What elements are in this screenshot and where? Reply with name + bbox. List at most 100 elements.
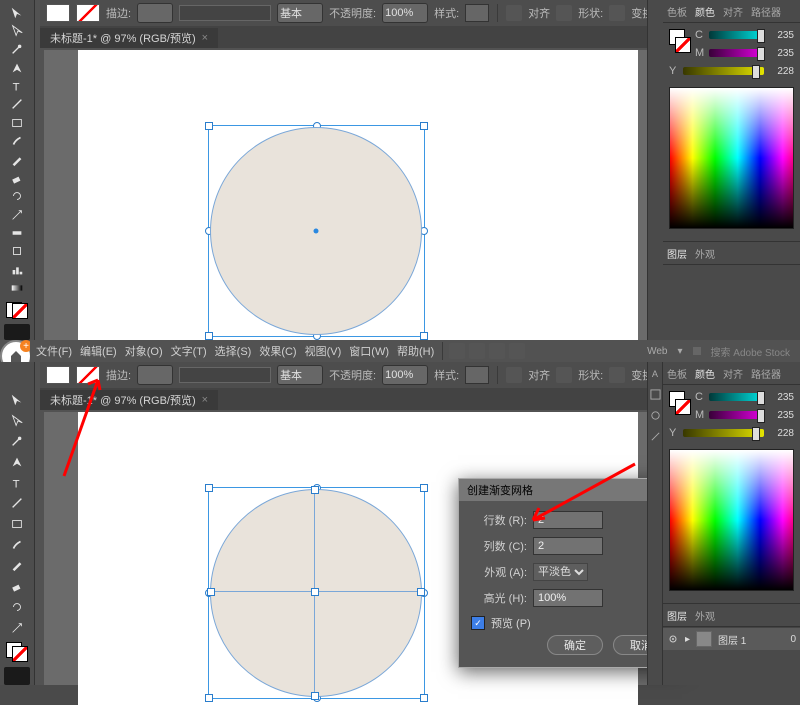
color-spectrum[interactable]: [669, 449, 794, 591]
layer-row[interactable]: ▸ 图层 1 0: [663, 627, 800, 650]
doc-setup-icon[interactable]: [506, 5, 522, 21]
menu-type[interactable]: 文字(T): [169, 343, 209, 359]
tool-scale[interactable]: [4, 618, 30, 638]
tool-magic-wand[interactable]: [4, 41, 30, 58]
tab-layers[interactable]: 图层: [667, 246, 687, 261]
menubar-icon[interactable]: [509, 343, 525, 359]
fill-stroke-swatch[interactable]: [6, 642, 28, 662]
color-mode-buttons[interactable]: [4, 667, 30, 685]
tool-pencil[interactable]: [4, 556, 30, 576]
menu-help[interactable]: 帮助(H): [395, 343, 436, 359]
tab-pathfinder[interactable]: 路径器: [751, 4, 781, 19]
stroke-weight-input[interactable]: [137, 365, 173, 385]
appearance-select[interactable]: 平淡色: [533, 563, 588, 581]
artboard[interactable]: [78, 50, 638, 360]
panel-fill-stroke[interactable]: [669, 391, 691, 425]
menu-select[interactable]: 选择(S): [213, 343, 254, 359]
tool-free-transform[interactable]: [4, 243, 30, 260]
canvas[interactable]: [44, 50, 648, 340]
panel-icon[interactable]: A: [650, 368, 661, 379]
tool-brush[interactable]: [4, 133, 30, 150]
tool-rectangle[interactable]: [4, 514, 30, 534]
align-icon[interactable]: [556, 5, 572, 21]
stroke-weight-input[interactable]: [137, 3, 173, 23]
highlight-input[interactable]: [533, 589, 603, 607]
stroke-preview[interactable]: [179, 5, 271, 21]
tool-eraser[interactable]: [4, 576, 30, 596]
fill-swatch[interactable]: [46, 4, 70, 22]
panel-icon[interactable]: [650, 410, 661, 421]
search-icon[interactable]: [693, 347, 701, 355]
close-icon[interactable]: ×: [202, 32, 208, 44]
tool-direct-select[interactable]: [4, 411, 30, 431]
tool-eraser[interactable]: [4, 169, 30, 186]
menu-object[interactable]: 对象(O): [123, 343, 165, 359]
opacity-input[interactable]: [382, 3, 428, 23]
panel-icon[interactable]: [650, 389, 661, 400]
stroke-swatch[interactable]: [76, 4, 100, 22]
visibility-icon[interactable]: [667, 633, 679, 645]
tool-magic-wand[interactable]: [4, 431, 30, 451]
menu-edit[interactable]: 编辑(E): [78, 343, 119, 359]
tool-width[interactable]: [4, 224, 30, 241]
menubar-icon[interactable]: [469, 343, 485, 359]
slider-c[interactable]: [709, 31, 764, 39]
menu-view[interactable]: 视图(V): [303, 343, 344, 359]
tab-appearance[interactable]: 外观: [695, 608, 715, 623]
tool-pencil[interactable]: [4, 151, 30, 168]
tab-color[interactable]: 颜色: [695, 366, 715, 381]
tab-pathfinder[interactable]: 路径器: [751, 366, 781, 381]
tool-rectangle[interactable]: [4, 114, 30, 131]
cols-input[interactable]: [533, 537, 603, 555]
doc-setup-icon[interactable]: [506, 367, 522, 383]
opacity-input[interactable]: [382, 365, 428, 385]
tool-direct-select[interactable]: [4, 22, 30, 39]
color-mode-buttons[interactable]: [4, 324, 30, 340]
slider-y[interactable]: [683, 67, 764, 75]
workspace-switcher[interactable]: Web▾ 搜索 Adobe Stock: [647, 340, 790, 362]
tool-rotate[interactable]: [4, 597, 30, 617]
tool-pen[interactable]: [4, 452, 30, 472]
tab-align[interactable]: 对齐: [723, 4, 743, 19]
menu-window[interactable]: 窗口(W): [347, 343, 391, 359]
stroke-preview[interactable]: [179, 367, 271, 383]
color-spectrum[interactable]: [669, 87, 794, 229]
menu-file[interactable]: 文件(F): [34, 343, 74, 359]
panel-fill-stroke[interactable]: [669, 29, 691, 63]
tab-align[interactable]: 对齐: [723, 366, 743, 381]
preview-checkbox[interactable]: ✓: [471, 616, 485, 630]
tool-type[interactable]: T: [4, 473, 30, 493]
tool-chart[interactable]: [4, 261, 30, 278]
slider-m[interactable]: [709, 411, 764, 419]
tool-type[interactable]: T: [4, 77, 30, 94]
tool-scale[interactable]: [4, 206, 30, 223]
slider-c[interactable]: [709, 393, 764, 401]
menu-effect[interactable]: 效果(C): [257, 343, 298, 359]
tab-appearance[interactable]: 外观: [695, 246, 715, 261]
slider-m[interactable]: [709, 49, 764, 57]
tool-line[interactable]: [4, 494, 30, 514]
align-icon[interactable]: [556, 367, 572, 383]
menubar-icon[interactable]: [489, 343, 505, 359]
tool-gradient[interactable]: [4, 279, 30, 296]
menubar-icon[interactable]: [449, 343, 465, 359]
stroke-style-select[interactable]: [277, 365, 323, 385]
tool-line[interactable]: [4, 96, 30, 113]
tool-selection[interactable]: [4, 390, 30, 410]
shape-icon[interactable]: [609, 5, 625, 21]
style-swatch[interactable]: [465, 366, 489, 384]
tool-rotate[interactable]: [4, 188, 30, 205]
shape-icon[interactable]: [609, 367, 625, 383]
slider-y[interactable]: [683, 429, 764, 437]
panel-icon[interactable]: [650, 431, 661, 442]
tab-layers[interactable]: 图层: [667, 608, 687, 623]
tab-color[interactable]: 颜色: [695, 4, 715, 19]
close-icon[interactable]: ×: [202, 394, 208, 406]
stroke-style-select[interactable]: [277, 3, 323, 23]
tool-selection[interactable]: [4, 4, 30, 21]
fill-stroke-swatch[interactable]: [6, 302, 28, 319]
tab-swatches[interactable]: 色板: [667, 4, 687, 19]
tool-brush[interactable]: [4, 535, 30, 555]
tab-swatches[interactable]: 色板: [667, 366, 687, 381]
tool-pen[interactable]: [4, 59, 30, 76]
